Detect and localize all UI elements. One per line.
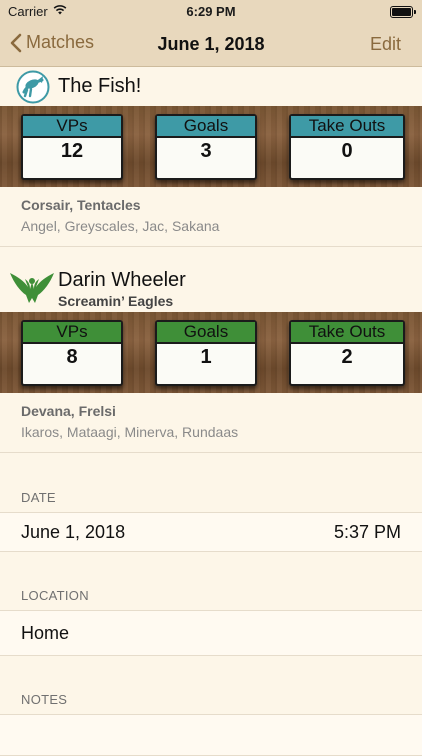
location-cell[interactable]: Home: [0, 610, 422, 656]
stat-card-vps[interactable]: VPs 8: [21, 320, 123, 386]
date-section-header: DATE: [21, 490, 56, 505]
stat-card-vps[interactable]: VPs 12: [21, 114, 123, 180]
notes-section-header: NOTES: [21, 692, 68, 707]
stat-value: 12: [60, 140, 84, 162]
stat-value: 2: [341, 346, 353, 368]
status-time: 6:29 PM: [186, 4, 236, 19]
stat-card-take-outs[interactable]: Take Outs 0: [289, 114, 405, 180]
edit-button[interactable]: Edit: [370, 34, 401, 55]
stat-value: 8: [66, 346, 78, 368]
stat-card-goals[interactable]: Goals 3: [155, 114, 257, 180]
player-header-2: Darin Wheeler Screamin’ Eagles: [0, 247, 422, 312]
stat-value: 1: [200, 346, 212, 368]
date-cell[interactable]: June 1, 2018 5:37 PM: [0, 512, 422, 552]
captains-list: Devana, Frelsi: [21, 403, 116, 419]
stat-label: Goals: [157, 322, 255, 344]
stat-value: 3: [200, 140, 212, 162]
player-header-1: The Fish!: [0, 66, 422, 106]
stat-label: VPs: [23, 322, 121, 344]
squad-list: Ikaros, Mataagi, Minerva, Rundaas: [21, 424, 239, 440]
captains-list: Corsair, Tentacles: [21, 197, 141, 213]
fish-player-icon: [16, 70, 50, 104]
squad-list: Angel, Greyscales, Jac, Sakana: [21, 218, 220, 234]
stat-label: Take Outs: [291, 116, 403, 138]
battery-icon: [390, 6, 416, 18]
status-bar: Carrier 6:29 PM: [0, 0, 422, 22]
stat-label: VPs: [23, 116, 121, 138]
page-title: June 1, 2018: [157, 34, 265, 54]
stats-board-1: VPs 12 Goals 3 Take Outs 0: [0, 106, 422, 187]
player-name: The Fish!: [58, 75, 142, 97]
location-value: Home: [21, 623, 70, 643]
stats-board-2: VPs 8 Goals 1 Take Outs 2: [0, 312, 422, 393]
eagle-team-icon: [10, 273, 54, 303]
stat-value: 0: [341, 140, 353, 162]
divider: [0, 452, 422, 453]
player-name: Darin Wheeler: [58, 269, 186, 291]
time-value: 5:37 PM: [333, 522, 401, 542]
stat-label: Goals: [157, 116, 255, 138]
location-section-header: LOCATION: [21, 588, 89, 603]
stat-card-take-outs[interactable]: Take Outs 2: [289, 320, 405, 386]
date-value: June 1, 2018: [21, 522, 126, 542]
navigation-bar: Carrier 6:29 PM Matches June 1, 2018 Edi…: [0, 0, 422, 67]
team-name: Screamin’ Eagles: [58, 293, 174, 309]
stat-label: Take Outs: [291, 322, 403, 344]
stat-card-goals[interactable]: Goals 1: [155, 320, 257, 386]
